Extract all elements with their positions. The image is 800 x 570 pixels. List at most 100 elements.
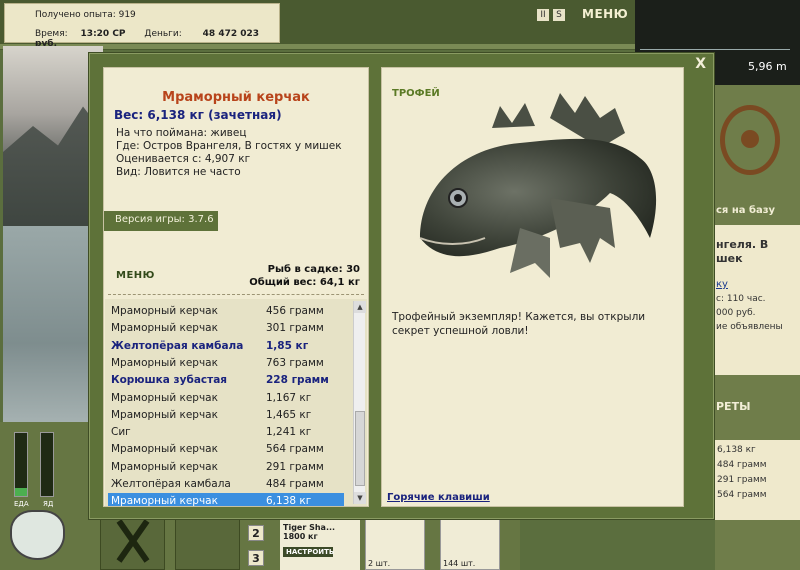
version-label: Версия игры: bbox=[115, 214, 185, 225]
sculpin-fish-image bbox=[419, 93, 657, 278]
cutlery-icon bbox=[116, 519, 150, 563]
item-slot-2[interactable]: 144 шт. bbox=[440, 518, 500, 570]
catch-row-name: Мраморный керчак bbox=[111, 305, 218, 317]
catch-row-name: Корюшка зубастая bbox=[111, 374, 228, 387]
trophy-weights: 6,138 кг 484 грамм 291 грамм 564 грамм bbox=[715, 440, 800, 520]
catch-row-name: Желтопёрая камбала bbox=[111, 339, 244, 352]
location-line3: 000 руб. bbox=[716, 308, 756, 318]
catch-row-weight: 1,85 кг bbox=[266, 339, 309, 352]
depth-value: 5,96 m bbox=[748, 60, 787, 73]
slot-button-2[interactable]: 2 bbox=[248, 525, 264, 541]
poison-label: ЯД bbox=[43, 500, 54, 508]
catch-row-name: Желтопёрая камбала bbox=[111, 478, 231, 490]
food-gauge-fill bbox=[15, 488, 27, 496]
tackle-name: Tiger Sha... bbox=[283, 523, 336, 532]
catch-row-name: Сиг bbox=[111, 426, 131, 439]
catch-row-weight: 291 грамм bbox=[266, 460, 324, 473]
version-value: 3.7.6 bbox=[188, 214, 214, 225]
divider bbox=[108, 294, 364, 295]
info-place: Где: Остров Врангеля, В гостях у мишек bbox=[116, 140, 342, 152]
keepnet-weight: Общий вес: 64,1 кг bbox=[249, 277, 360, 288]
time-value: 13:20 СР bbox=[80, 29, 126, 39]
catch-row[interactable]: Мраморный керчак 6,138 кг bbox=[108, 493, 344, 506]
fish-info-panel: Мраморный керчак Вес: 6,138 кг (зачетная… bbox=[103, 67, 369, 507]
location-line4: ие объявлены bbox=[716, 322, 783, 332]
location-name: нгеля. В шек bbox=[716, 238, 769, 265]
catch-row-weight: 6,138 кг bbox=[266, 495, 312, 506]
hotkeys-link[interactable]: Горячие клавиши bbox=[387, 492, 490, 503]
catch-row[interactable]: Сиг 1,241 кг bbox=[108, 424, 344, 441]
catch-row-name: Мраморный керчак bbox=[111, 322, 218, 335]
catch-row-weight: 763 грамм bbox=[266, 356, 324, 369]
stats-panel: Получено опыта: 919 Время: 13:20 СР День… bbox=[4, 3, 280, 49]
food-label: ЕДА bbox=[14, 500, 29, 508]
trophy-card: ТРОФЕЙ Трофейный экземпляр! Кажется, вы … bbox=[381, 67, 684, 507]
catch-row[interactable]: Мраморный керчак 301 грамм bbox=[108, 320, 344, 337]
info-bait: На что поймана: живец bbox=[116, 127, 247, 139]
catch-row[interactable]: Корюшка зубастая 228 грамм bbox=[108, 372, 344, 389]
scroll-up-icon[interactable]: ▲ bbox=[354, 301, 366, 313]
time-label: Время: bbox=[35, 29, 68, 39]
catch-row-name: Мраморный керчак bbox=[111, 495, 218, 506]
location-line2: с: 110 час. bbox=[716, 294, 766, 304]
scroll-down-icon[interactable]: ▼ bbox=[354, 492, 366, 504]
cutlery-slot[interactable] bbox=[100, 512, 165, 570]
info-evaluated: Оценивается с: 4,907 кг bbox=[116, 153, 251, 165]
dialog-menu-button[interactable]: МЕНЮ bbox=[116, 270, 155, 281]
catch-row-weight: 1,241 кг bbox=[266, 426, 312, 439]
catch-row[interactable]: Мраморный керчак 291 грамм bbox=[108, 459, 344, 476]
catch-row[interactable]: Желтопёрая камбала 1,85 кг bbox=[108, 338, 344, 355]
version-tag: Версия игры: 3.7.6 bbox=[104, 211, 218, 231]
go-to-base-button[interactable]: ся на базу bbox=[716, 205, 775, 216]
tackle-length: 1800 кг bbox=[283, 532, 318, 541]
money-label: Деньги: bbox=[144, 29, 182, 39]
scroll-thumb[interactable] bbox=[355, 411, 365, 486]
catch-list: Мраморный керчак 456 грамм Мраморный керча… bbox=[105, 299, 367, 506]
sound-icon[interactable]: S bbox=[553, 9, 565, 21]
catch-row-weight: 1,167 кг bbox=[266, 391, 312, 404]
pause-icon[interactable]: II bbox=[537, 9, 549, 21]
location-text: нгеля. В шек ку с: 110 час. 000 руб. ие … bbox=[716, 238, 783, 334]
trophy-weight-0: 6,138 кг bbox=[717, 445, 756, 455]
catch-row-name: Мраморный керчак bbox=[111, 408, 218, 421]
catch-row[interactable]: Мраморный керчак 456 грамм bbox=[108, 303, 344, 320]
item-slot-1[interactable]: 2 шт. bbox=[365, 518, 425, 570]
item-count-2: 144 шт. bbox=[443, 559, 476, 568]
catch-row[interactable]: Мраморный керчак 564 грамм bbox=[108, 441, 344, 458]
fish-weight: Вес: 6,138 кг (зачетная) bbox=[114, 108, 282, 122]
fish-name: Мраморный керчак bbox=[162, 90, 310, 105]
catch-row[interactable]: Мраморный керчак 1,167 кг bbox=[108, 390, 344, 407]
food-gauge bbox=[14, 432, 28, 497]
top-menu-button[interactable]: МЕНЮ bbox=[582, 7, 628, 21]
ship-wheel-icon[interactable] bbox=[720, 105, 780, 175]
catch-row-weight: 1,465 кг bbox=[266, 408, 312, 421]
catch-row[interactable]: Желтопёрая камбала 484 грамм bbox=[108, 476, 344, 493]
keepnet-summary: Рыб в садке: 30 Общий вес: 64,1 кг bbox=[249, 263, 360, 289]
depth-line bbox=[640, 20, 790, 50]
trophy-weight-3: 564 грамм bbox=[717, 490, 767, 500]
food-pot-icon[interactable] bbox=[10, 510, 65, 560]
catch-row-weight: 301 грамм bbox=[266, 322, 324, 335]
trophy-weight-2: 291 грамм bbox=[717, 475, 767, 485]
catch-row-weight: 564 грамм bbox=[266, 443, 324, 456]
trophies-section: РЕТЫ bbox=[716, 400, 751, 413]
close-button[interactable]: X bbox=[695, 56, 706, 72]
trophy-message: Трофейный экземпляр! Кажется, вы открыли… bbox=[392, 311, 646, 337]
fish-slot[interactable] bbox=[175, 512, 240, 570]
catch-row-name: Мраморный керчак bbox=[111, 356, 218, 369]
location-line1[interactable]: ку bbox=[716, 278, 783, 292]
exp-text: Получено опыта: 919 bbox=[35, 10, 136, 20]
scrollbar[interactable]: ▲ ▼ bbox=[353, 301, 366, 504]
catch-row-weight: 484 грамм bbox=[266, 478, 324, 490]
catch-row-weight: 456 грамм bbox=[266, 305, 324, 317]
trophy-weight-1: 484 грамм bbox=[717, 460, 767, 470]
item-count-1: 2 шт. bbox=[368, 559, 391, 568]
tackle-setup-button[interactable]: НАСТРОИТЬ bbox=[283, 547, 334, 557]
catch-row-name: Мраморный керчак bbox=[111, 443, 218, 456]
catch-row[interactable]: Мраморный керчак 763 грамм bbox=[108, 355, 344, 372]
catch-dialog: X Мраморный керчак Вес: 6,138 кг (зачетн… bbox=[88, 52, 715, 520]
slot-button-3[interactable]: 3 bbox=[248, 550, 264, 566]
catch-row[interactable]: Мраморный керчак 1,465 кг bbox=[108, 407, 344, 424]
top-icons: II S bbox=[537, 9, 569, 21]
catch-row-weight: 228 грамм bbox=[266, 374, 329, 387]
